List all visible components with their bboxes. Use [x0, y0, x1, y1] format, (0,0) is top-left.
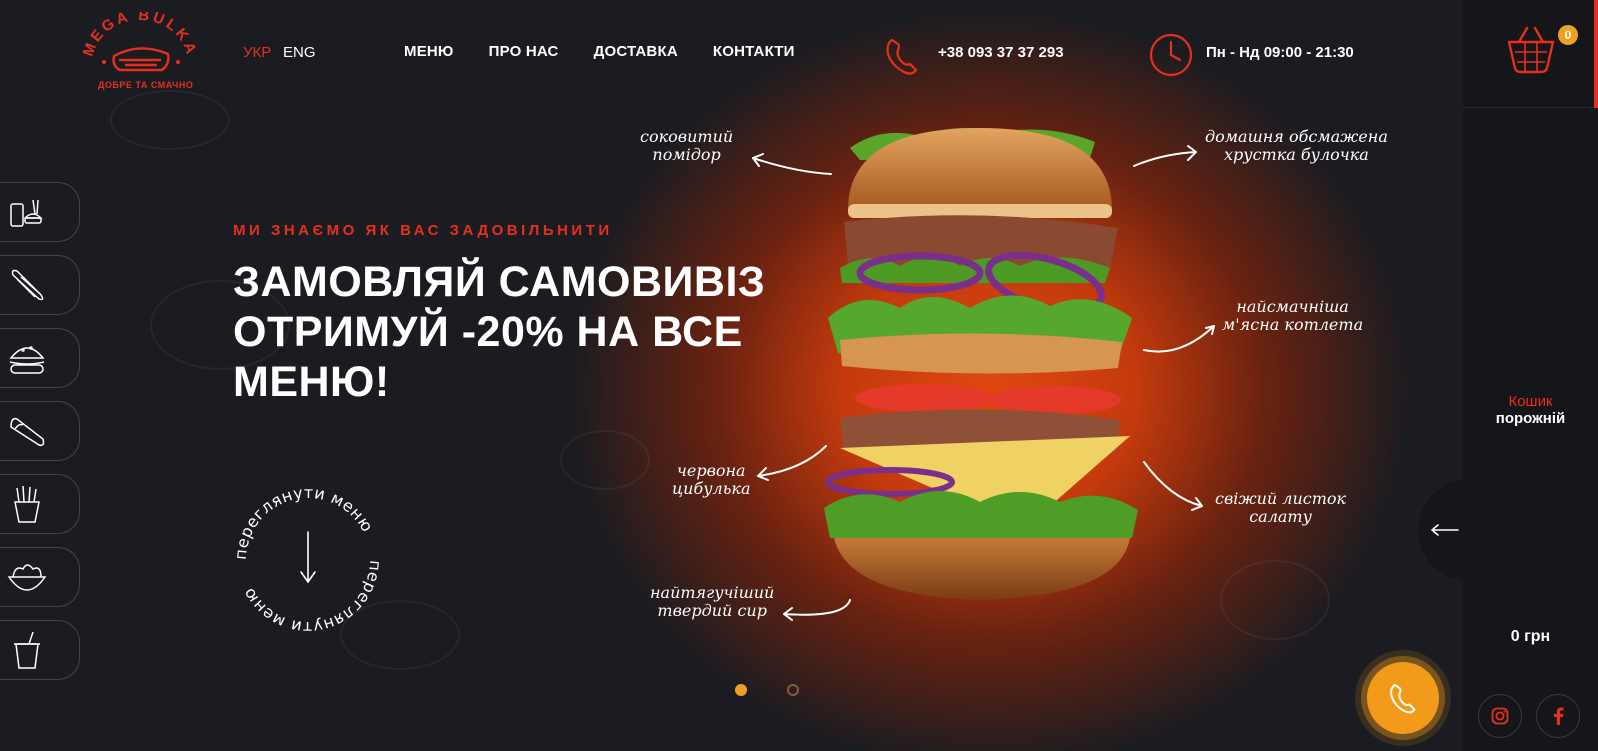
cart-panel: 0 Кошик порожній 0 грн	[1463, 0, 1598, 751]
burger-icon	[9, 346, 45, 374]
cart-count-badge: 0	[1558, 25, 1578, 45]
svg-text:MEGA BULKA: MEGA BULKA	[80, 12, 201, 59]
svg-text:переглянути меню: переглянути меню	[231, 483, 377, 560]
main-nav: МЕНЮ ПРО НАС ДОСТАВКА КОНТАКТИ	[404, 43, 795, 60]
arrow-lettuce	[1143, 461, 1203, 511]
hero-kicker: МИ ЗНАЄМО ЯК ВАС ЗАДОВІЛЬНИТИ	[233, 222, 613, 239]
svg-text:переглянути меню: переглянути меню	[239, 560, 385, 637]
combo-icon	[10, 199, 43, 227]
arrow-down-icon	[300, 531, 316, 584]
category-burgers[interactable]	[0, 328, 80, 388]
fries-icon	[14, 485, 40, 523]
basket-icon[interactable]	[1503, 22, 1559, 78]
instagram-link[interactable]	[1478, 694, 1522, 738]
slider-dot-1[interactable]	[735, 684, 747, 696]
note-onion: червона цибулька	[672, 461, 751, 499]
cart-total: 0 грн	[1510, 628, 1551, 645]
bg-doodle	[110, 90, 230, 150]
logo-tagline: ДОБРЕ ТА СМАЧНО	[98, 80, 194, 90]
note-patty: найсмачніша м'ясна котлета	[1222, 297, 1364, 335]
facebook-icon	[1554, 707, 1564, 725]
shawarma-icon	[10, 417, 45, 447]
phone-icon[interactable]	[882, 34, 922, 78]
nav-about[interactable]: ПРО НАС	[489, 43, 559, 60]
nav-contacts[interactable]: КОНТАКТИ	[713, 43, 795, 60]
hotdog-icon	[11, 269, 44, 301]
logo-emblem: MEGA BULKA	[80, 12, 201, 72]
category-shawarma[interactable]	[0, 401, 80, 461]
bg-doodle	[1220, 560, 1330, 640]
note-tomato: соковитий помідор	[640, 127, 734, 165]
category-drinks[interactable]	[0, 620, 80, 680]
cart-title: Кошик	[1508, 393, 1553, 410]
facebook-link[interactable]	[1536, 694, 1580, 738]
view-menu-label: переглянути меню	[231, 483, 377, 560]
category-combo[interactable]	[0, 182, 80, 242]
arrow-patty	[1143, 325, 1215, 353]
category-hotdogs[interactable]	[0, 255, 80, 315]
hero-title: ЗАМОВЛЯЙ САМОВИВІЗ ОТРИМУЙ -20% НА ВСЕ М…	[233, 258, 766, 406]
hero-stage: MEGA BULKA ДОБРЕ ТА СМАЧНО УКР ENG МЕНЮ …	[0, 0, 1463, 751]
drink-icon	[14, 631, 40, 669]
cart-header: 0	[1463, 0, 1598, 108]
lang-eng[interactable]: ENG	[283, 44, 316, 61]
note-cheese: найтягучіший твердий сир	[650, 583, 775, 621]
cart-accent-bar	[1594, 0, 1598, 108]
salad-icon	[7, 564, 47, 591]
call-button[interactable]	[1367, 662, 1439, 734]
category-salads[interactable]	[0, 547, 80, 607]
view-menu-button[interactable]: переглянути меню переглянути меню	[228, 480, 388, 640]
note-bun: домашня обсмажена хрустка булочка	[1205, 127, 1388, 165]
logo-wordmark: MEGA BULKA	[80, 12, 198, 59]
opening-hours: Пн - Нд 09:00 - 21:30	[1206, 44, 1354, 61]
slider-dot-2[interactable]	[787, 684, 799, 696]
arrow-tomato	[752, 153, 832, 175]
lang-ukr[interactable]: УКР	[243, 44, 271, 61]
category-fries[interactable]	[0, 474, 80, 534]
logo[interactable]: MEGA BULKA ДОБРЕ ТА СМАЧНО	[70, 12, 210, 92]
cart-toggle-button[interactable]	[1418, 480, 1463, 580]
instagram-icon	[1491, 707, 1509, 725]
phone-number[interactable]: +38 093 37 37 293	[938, 44, 1064, 61]
arrow-onion	[757, 445, 827, 481]
cart-status: порожній	[1495, 410, 1566, 427]
view-menu-label-repeat: переглянути меню	[239, 560, 385, 637]
arrow-bun	[1133, 145, 1197, 167]
phone-call-icon	[1390, 683, 1416, 714]
arrow-cheese	[783, 599, 851, 621]
nav-delivery[interactable]: ДОСТАВКА	[594, 43, 678, 60]
arrow-left-icon	[1431, 524, 1459, 536]
burger-illustration	[824, 127, 1138, 600]
nav-menu[interactable]: МЕНЮ	[404, 43, 454, 60]
clock-icon	[1149, 33, 1193, 77]
note-lettuce: свіжий листок салату	[1215, 489, 1347, 527]
bg-doodle	[560, 430, 650, 490]
